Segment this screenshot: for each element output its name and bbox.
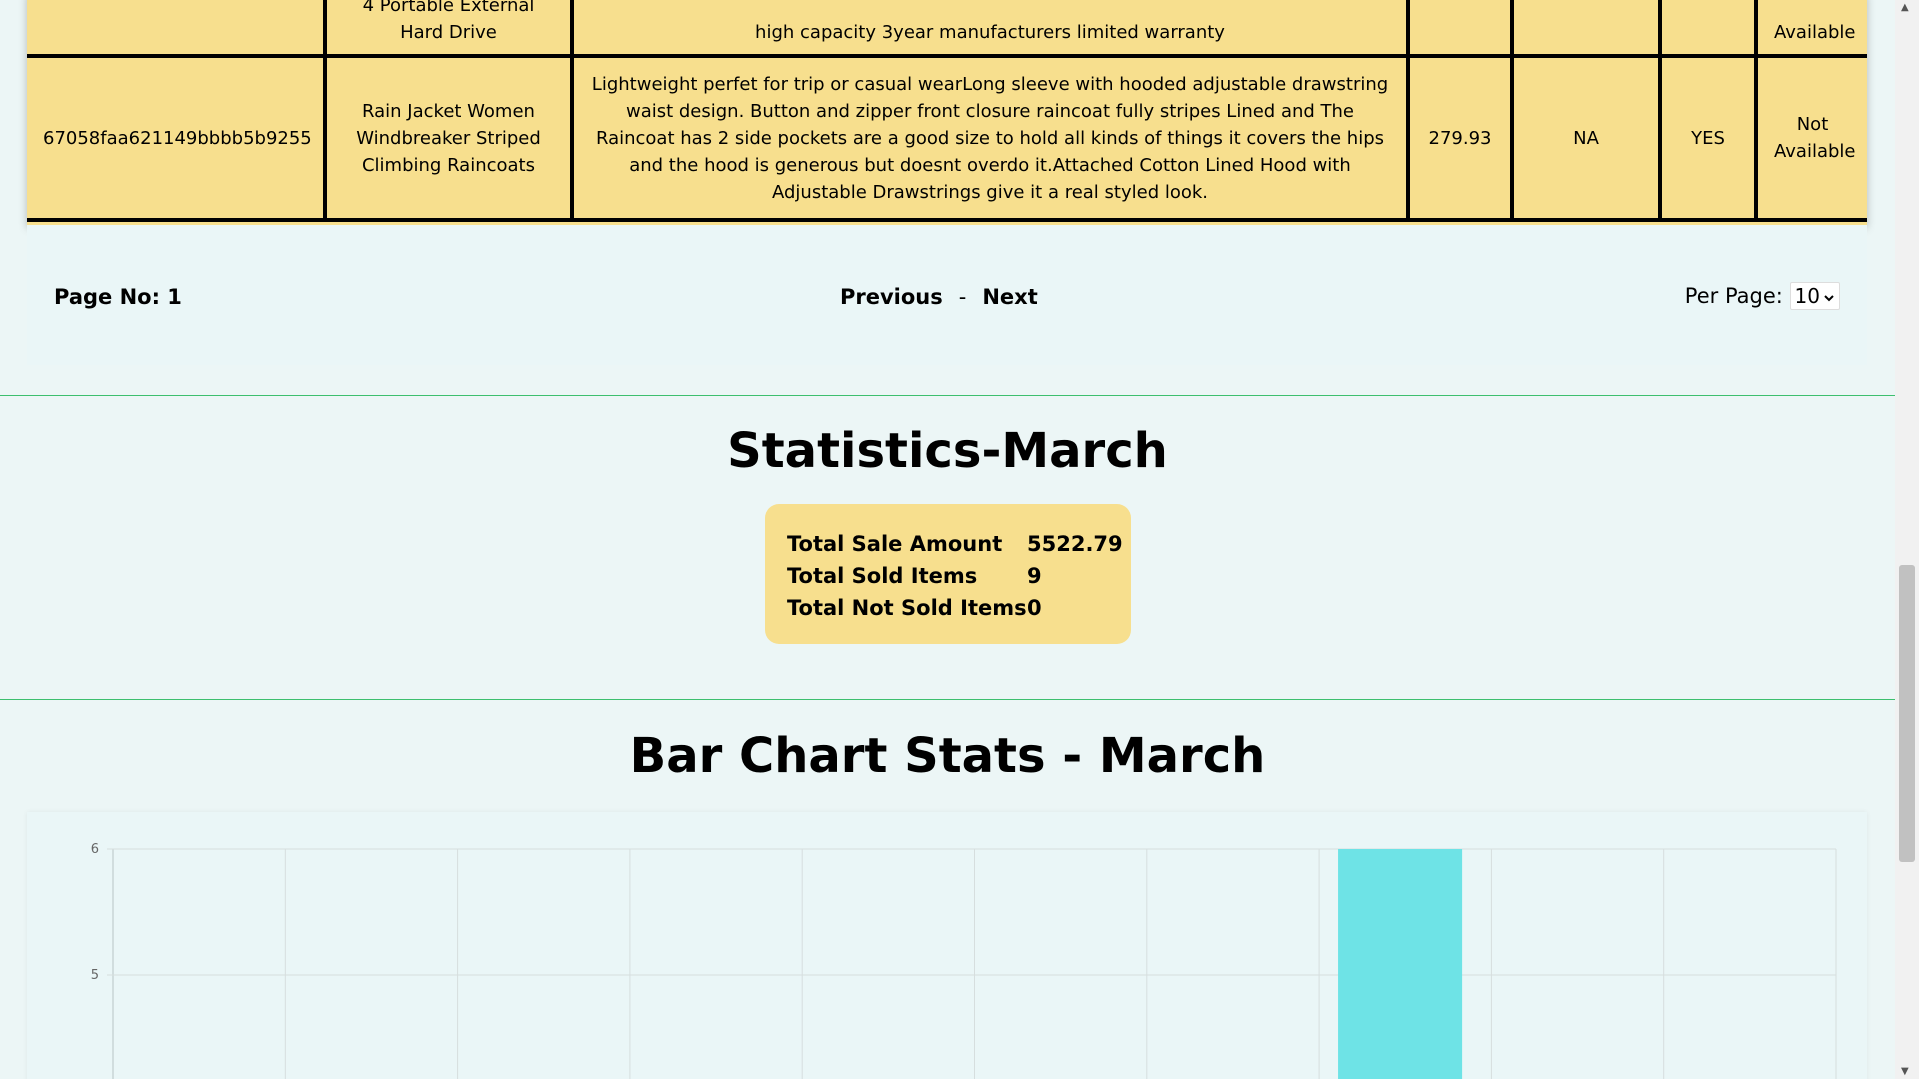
stat-label: Total Not Sold Items bbox=[787, 596, 1027, 620]
scroll-down-icon[interactable]: ▼ bbox=[1901, 1066, 1909, 1077]
pagination-separator: - bbox=[958, 285, 967, 309]
y-tick-label: 5 bbox=[91, 968, 99, 983]
pagination-nav: Previous - Next bbox=[840, 285, 1038, 309]
next-button[interactable]: Next bbox=[982, 285, 1037, 309]
cell-category bbox=[1510, 0, 1662, 58]
bar bbox=[1338, 849, 1463, 1079]
per-page-value: 10 bbox=[1794, 284, 1820, 308]
cell-description: high capacity 3year manufacturers limite… bbox=[570, 0, 1410, 58]
cell-price bbox=[1406, 0, 1514, 58]
cell-image: Not Available bbox=[1754, 56, 1867, 222]
cell-category: NA bbox=[1510, 56, 1662, 222]
cell-title: 4 Portable External Hard Drive bbox=[323, 0, 574, 58]
chevron-down-icon bbox=[1824, 295, 1834, 302]
cell-id bbox=[27, 0, 327, 58]
scrollbar-thumb[interactable] bbox=[1899, 565, 1915, 862]
bar-chart-svg: 65 bbox=[91, 842, 1837, 1079]
stat-row: Total Sold Items 9 bbox=[787, 560, 1123, 592]
cell-description: Lightweight perfet for trip or casual we… bbox=[570, 56, 1410, 222]
vertical-scrollbar[interactable]: ▲ ▼ bbox=[1895, 0, 1919, 1079]
stat-label: Total Sale Amount bbox=[787, 532, 1003, 556]
page-number: Page No: 1 bbox=[54, 285, 182, 309]
cell-title: Rain Jacket Women Windbreaker Striped Cl… bbox=[323, 56, 574, 222]
section-divider bbox=[0, 699, 1895, 700]
per-page-select[interactable]: 10 bbox=[1789, 282, 1840, 310]
stat-row: Total Sale Amount 5522.79 bbox=[787, 528, 1123, 560]
bar-chart-title: Bar Chart Stats - March bbox=[629, 728, 1266, 784]
products-table: 4 Portable External Hard Drive high capa… bbox=[27, 0, 1867, 225]
stat-value: 9 bbox=[1027, 564, 1042, 588]
previous-button[interactable]: Previous bbox=[840, 285, 943, 309]
cell-sold bbox=[1658, 0, 1758, 58]
stat-value: 5522.79 bbox=[1027, 532, 1123, 556]
pagination-bar: Page No: 1 Previous - Next Per Page: 10 bbox=[27, 225, 1867, 365]
statistics-card: Total Sale Amount 5522.79 Total Sold Ite… bbox=[765, 504, 1131, 644]
scroll-up-icon[interactable]: ▲ bbox=[1901, 2, 1909, 13]
cell-image: Available bbox=[1754, 0, 1867, 58]
cell-id: 67058faa621149bbbb5b9255 bbox=[27, 56, 327, 222]
stat-label: Total Sold Items bbox=[787, 564, 978, 588]
page-content: 4 Portable External Hard Drive high capa… bbox=[0, 0, 1895, 1079]
section-divider bbox=[0, 395, 1895, 396]
statistics-title: Statistics-March bbox=[727, 423, 1168, 479]
cell-price: 279.93 bbox=[1406, 56, 1514, 222]
per-page-label: Per Page: bbox=[1684, 284, 1783, 308]
table-row: 67058faa621149bbbb5b9255 Rain Jacket Wom… bbox=[27, 56, 1867, 222]
stat-value: 0 bbox=[1027, 596, 1042, 620]
stat-row: Total Not Sold Items 0 bbox=[787, 592, 1123, 624]
table-row: 4 Portable External Hard Drive high capa… bbox=[27, 0, 1867, 58]
y-tick-label: 6 bbox=[91, 842, 99, 857]
cell-sold: YES bbox=[1658, 56, 1758, 222]
per-page-control: Per Page: 10 bbox=[1685, 282, 1840, 310]
bar-chart: 65 bbox=[27, 812, 1867, 1079]
